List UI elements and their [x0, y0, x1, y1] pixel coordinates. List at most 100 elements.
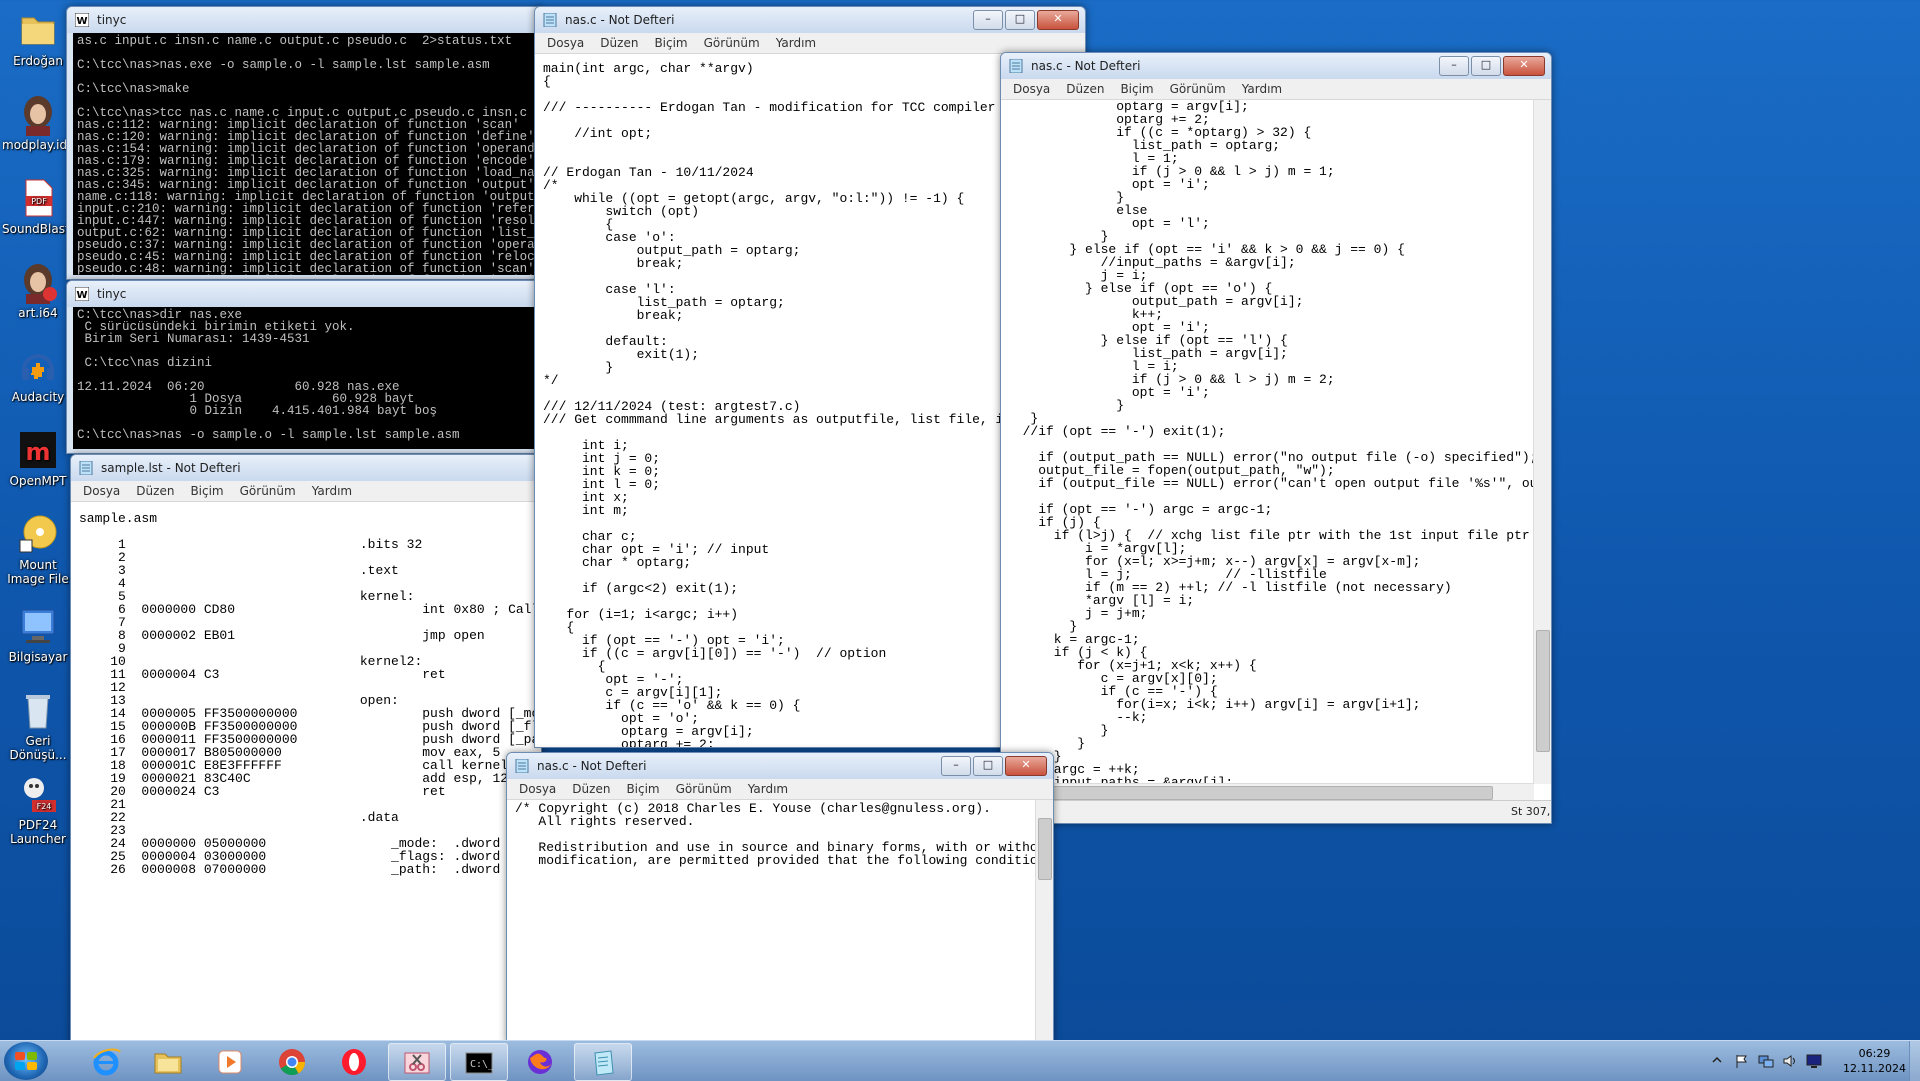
openmpt-icon: m	[20, 432, 56, 468]
title-bar[interactable]: nas.c - Not Defteri – □ ✕	[507, 753, 1053, 779]
taskbar-notepad[interactable]	[574, 1043, 632, 1081]
clock[interactable]: 06:29 12.11.2024	[1843, 1046, 1906, 1076]
menu-help[interactable]: Yardım	[748, 782, 788, 796]
scroll-thumb[interactable]	[1021, 786, 1493, 800]
title-bar[interactable]: W tinyc	[67, 281, 543, 307]
window-title: nas.c - Not Defteri	[537, 759, 647, 773]
scroll-thumb[interactable]	[1038, 818, 1052, 880]
notepad-icon	[594, 1050, 614, 1076]
menu-edit[interactable]: Düzen	[1066, 82, 1104, 96]
text-area[interactable]: sample.asm 1 .bits 32 2 3 .text 4 5 kern…	[71, 502, 541, 1045]
text-area[interactable]: /* Copyright (c) 2018 Charles E. Youse (…	[507, 800, 1036, 1043]
svg-text:C:\_: C:\_	[470, 1059, 495, 1070]
menu-help[interactable]: Yardım	[1242, 82, 1282, 96]
menu-view[interactable]: Görünüm	[676, 782, 732, 796]
action-center-flag-icon[interactable]	[1734, 1053, 1750, 1069]
menu-edit[interactable]: Düzen	[572, 782, 610, 796]
show-desktop-button[interactable]	[1909, 1041, 1920, 1081]
notepad-sample-lst[interactable]: sample.lst - Not Defteri Dosya Düzen Biçim…	[70, 454, 542, 1046]
maximize-button[interactable]: □	[973, 756, 1003, 776]
menu-format[interactable]: Biçim	[654, 36, 687, 50]
console-window-1[interactable]: W tinyc as.c input.c insn.c name.c outpu…	[66, 6, 544, 280]
console-output[interactable]: C:\tcc\nas>dir nas.exe C sürücüsündeki b…	[73, 307, 537, 449]
taskbar-chrome[interactable]	[264, 1043, 320, 1079]
minimize-button[interactable]: –	[973, 10, 1003, 30]
title-bar[interactable]: W tinyc	[67, 7, 543, 33]
taskbar-firefox[interactable]	[512, 1043, 568, 1079]
vertical-scrollbar[interactable]	[1035, 800, 1053, 1043]
menu-view[interactable]: Görünüm	[704, 36, 760, 50]
minimize-button[interactable]: –	[941, 756, 971, 776]
title-bar[interactable]: sample.lst - Not Defteri	[71, 455, 541, 481]
svg-text:PDF: PDF	[31, 197, 47, 206]
taskbar-opera[interactable]	[326, 1043, 382, 1079]
menu-file[interactable]: Dosya	[519, 782, 556, 796]
taskbar-cmd[interactable]: C:\_	[450, 1043, 508, 1081]
scroll-thumb[interactable]	[1536, 630, 1550, 752]
menu-edit[interactable]: Düzen	[136, 484, 174, 498]
desktop-icon-recycle-bin[interactable]: Geri Dönüşü...	[2, 688, 74, 762]
console-output[interactable]: as.c input.c insn.c name.c output.c pseu…	[73, 33, 537, 275]
desktop-icon-audacity[interactable]: Audacity	[2, 344, 74, 404]
menu-format[interactable]: Biçim	[1120, 82, 1153, 96]
vertical-scrollbar[interactable]	[1533, 100, 1551, 784]
menu-file[interactable]: Dosya	[83, 484, 120, 498]
taskbar-snipping-tool[interactable]	[388, 1043, 446, 1081]
desktop-icon-openmpt[interactable]: m OpenMPT	[2, 428, 74, 488]
window-title: tinyc	[97, 13, 127, 27]
chevron-up-icon[interactable]	[1710, 1053, 1724, 1067]
menu-help[interactable]: Yardım	[776, 36, 816, 50]
computer-icon	[21, 609, 55, 643]
notepad-nas-bottom[interactable]: nas.c - Not Defteri – □ ✕ Dosya Düzen Biçi…	[506, 752, 1054, 1044]
menu-help[interactable]: Yardım	[312, 484, 352, 498]
taskbar-explorer[interactable]	[140, 1043, 196, 1079]
system-tray: 06:29 12.11.2024	[1690, 1041, 1920, 1081]
desktop-icon-mount-image[interactable]: Mount Image File	[2, 512, 74, 586]
console-app-icon: W	[75, 13, 89, 27]
desktop-icon-pdf24[interactable]: F24 PDF24 Launcher	[2, 772, 74, 846]
menu-view[interactable]: Görünüm	[1170, 82, 1226, 96]
taskbar-media-player[interactable]	[202, 1043, 258, 1079]
firefox-icon	[528, 1050, 552, 1074]
close-button[interactable]: ✕	[1005, 756, 1047, 776]
horizontal-scrollbar[interactable]	[1001, 783, 1534, 801]
console-window-2[interactable]: W tinyc C:\tcc\nas>dir nas.exe C sürücüs…	[66, 280, 544, 454]
notepad-nas-right[interactable]: nas.c - Not Defteri – □ ✕ Dosya Düzen Biçi…	[1000, 52, 1552, 824]
maximize-button[interactable]: □	[1471, 56, 1501, 76]
pdf-icon: PDF	[25, 179, 53, 217]
volume-icon[interactable]	[1782, 1053, 1798, 1069]
desktop-icon-art-i64[interactable]: art.i64	[2, 260, 74, 320]
title-bar[interactable]: nas.c - Not Defteri – □ ✕	[1001, 53, 1551, 79]
menu-file[interactable]: Dosya	[1013, 82, 1050, 96]
text-area[interactable]: optarg = argv[i]; optarg += 2; if ((c = …	[1001, 100, 1534, 784]
display-icon[interactable]	[1806, 1053, 1822, 1069]
folder-icon	[21, 17, 55, 45]
menu-edit[interactable]: Düzen	[600, 36, 638, 50]
menu-bar: Dosya Düzen Biçim Görünüm Yardım	[507, 779, 1053, 800]
editor-frame: /* Copyright (c) 2018 Charles E. Youse (…	[507, 800, 1053, 1043]
taskbar-ie[interactable]	[78, 1043, 134, 1079]
chrome-icon	[279, 1049, 306, 1076]
close-button[interactable]: ✕	[1503, 56, 1545, 76]
desktop-icon-soundblast[interactable]: PDF SoundBlast...	[2, 176, 81, 236]
close-button[interactable]: ✕	[1037, 10, 1079, 30]
portrait-icon	[24, 264, 57, 304]
maximize-button[interactable]: □	[1005, 10, 1035, 30]
menu-format[interactable]: Biçim	[190, 484, 223, 498]
window-title: nas.c - Not Defteri	[565, 13, 675, 27]
menu-view[interactable]: Görünüm	[240, 484, 296, 498]
menu-format[interactable]: Biçim	[626, 782, 659, 796]
desktop-icon-modplay[interactable]: modplay.idb	[2, 92, 75, 152]
pdf24-icon: F24	[24, 778, 56, 812]
minimize-button[interactable]: –	[1439, 56, 1469, 76]
desktop-icon-erdogan[interactable]: Erdoğan	[2, 8, 74, 68]
start-button[interactable]	[4, 1042, 48, 1080]
network-icon[interactable]	[1758, 1053, 1774, 1069]
title-bar[interactable]: nas.c - Not Defteri – □ ✕	[535, 7, 1085, 33]
cursor-position: St 307, Stn 47	[1511, 805, 1551, 818]
windows-logo-icon	[15, 1052, 37, 1070]
window-title: nas.c - Not Defteri	[1031, 59, 1141, 73]
menu-file[interactable]: Dosya	[547, 36, 584, 50]
desktop-icon-bilgisayar[interactable]: Bilgisayar	[2, 604, 74, 664]
clock-time: 06:29	[1858, 1047, 1891, 1060]
